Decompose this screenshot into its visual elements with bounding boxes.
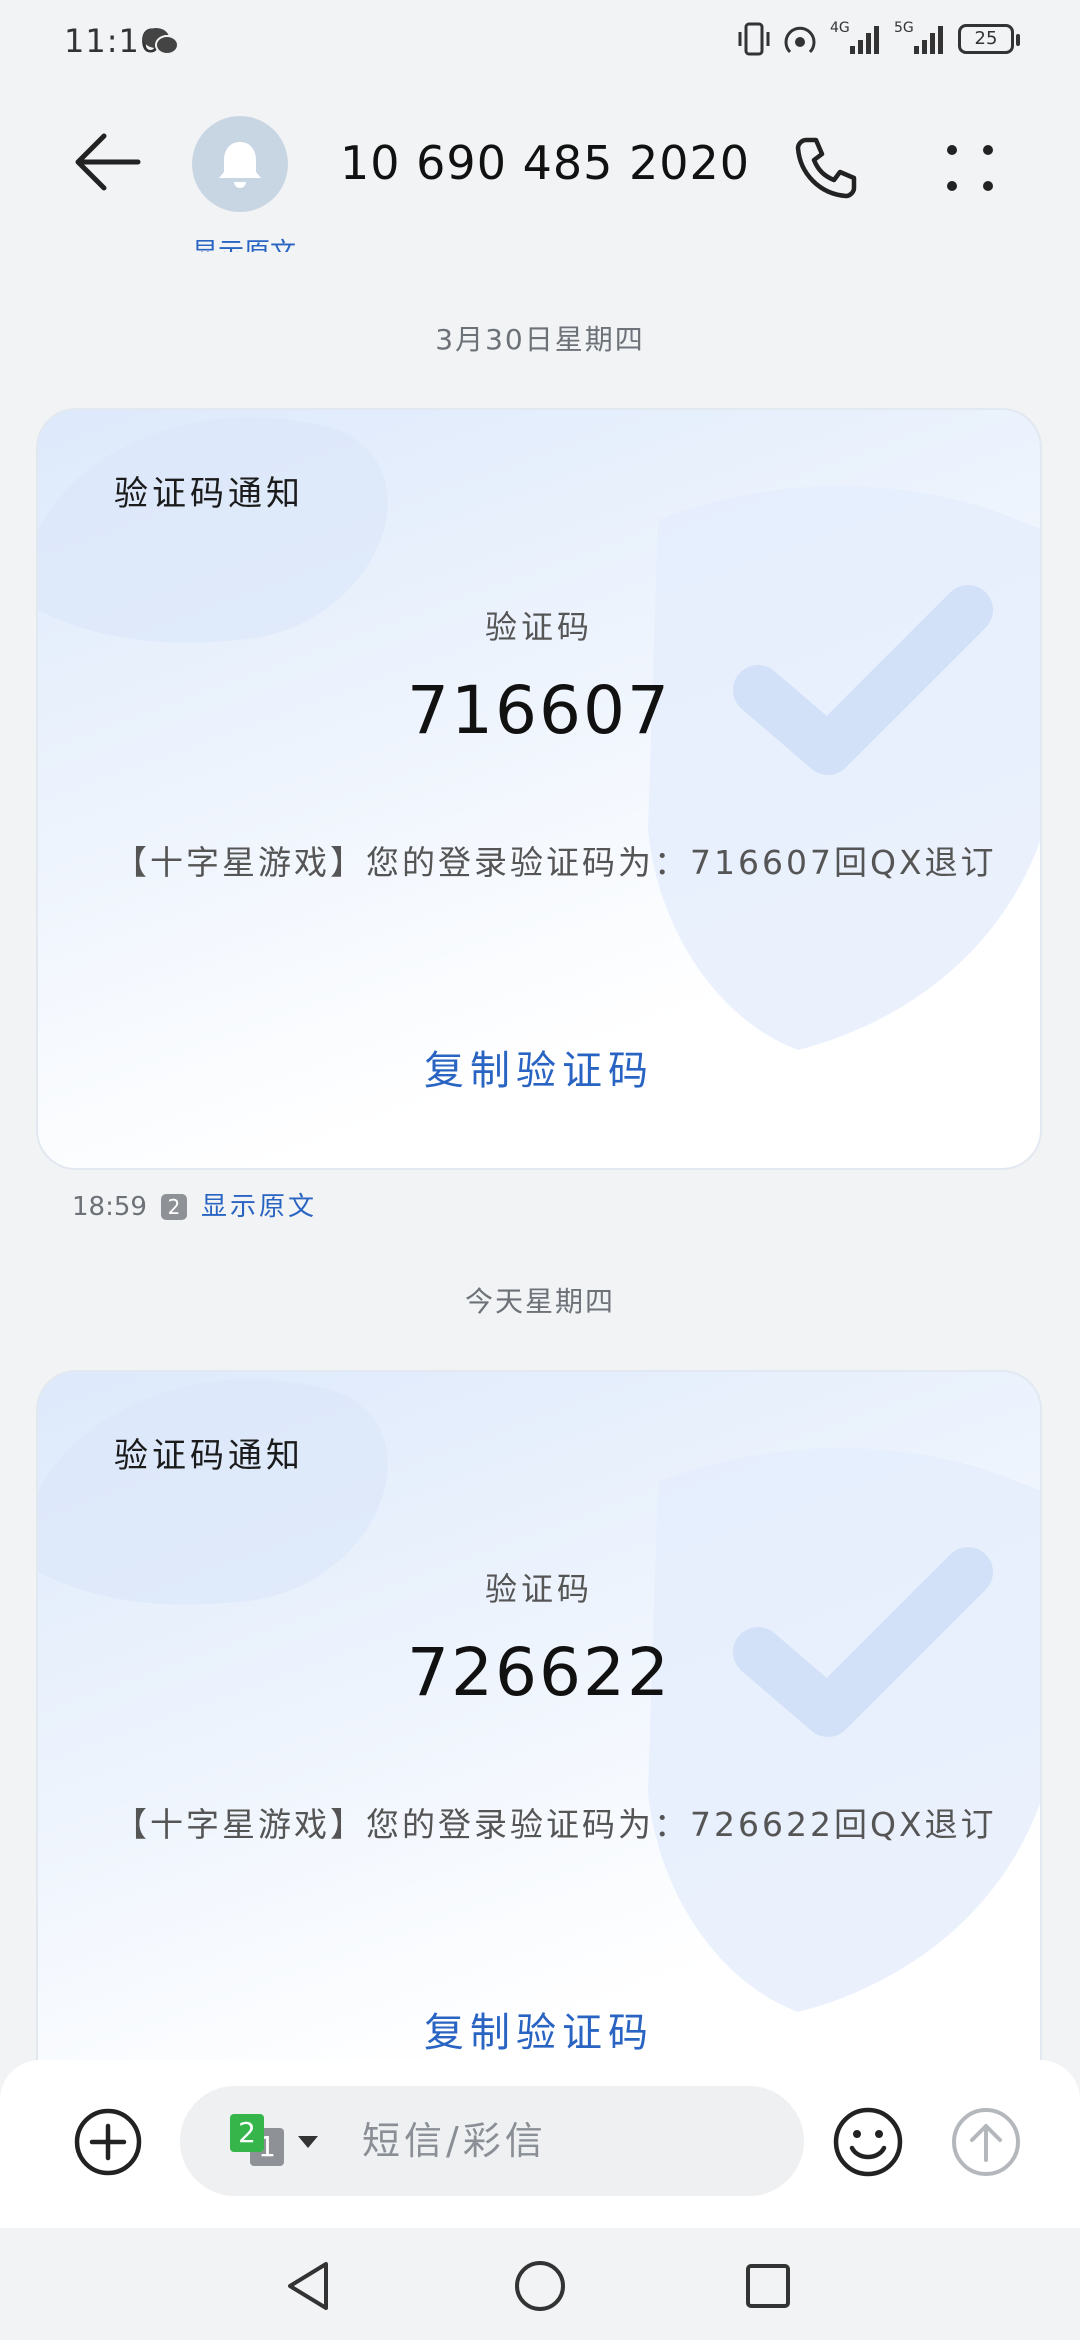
bell-icon bbox=[219, 142, 261, 188]
code-label: 验证码 bbox=[484, 1570, 593, 1608]
wechat-icon bbox=[142, 26, 180, 60]
signal-icon bbox=[912, 22, 948, 60]
hotspot-icon bbox=[780, 20, 820, 64]
send-button[interactable] bbox=[948, 2104, 1024, 2180]
sim-badge: 2 bbox=[160, 1194, 187, 1220]
emoji-button[interactable] bbox=[830, 2104, 906, 2180]
battery-icon: 25 bbox=[958, 24, 1020, 54]
page-title: 10 690 485 2020 bbox=[340, 136, 751, 190]
show-original-link[interactable]: 显示原文 bbox=[201, 1192, 317, 1222]
nav-back-button[interactable] bbox=[280, 2256, 340, 2316]
network-4g-label: 4G bbox=[830, 20, 850, 36]
card-title: 验证码通知 bbox=[114, 474, 304, 514]
verification-code-card: 验证码通知 验证码 716607 【十字星游戏】您的登录验证码为：716607回… bbox=[36, 408, 1042, 1170]
message-body: 【十字星游戏】您的登录验证码为：716607回QX退订 bbox=[114, 843, 997, 882]
message-input[interactable] bbox=[360, 2110, 764, 2172]
triangle-back-icon bbox=[288, 2262, 328, 2310]
vibrate-icon bbox=[736, 20, 772, 64]
back-button[interactable] bbox=[68, 122, 148, 202]
sim-primary-badge: 2 bbox=[230, 2114, 264, 2152]
square-recents-icon bbox=[746, 2264, 790, 2308]
smiley-icon bbox=[833, 2107, 903, 2177]
code-label: 验证码 bbox=[484, 608, 593, 646]
more-dots-icon bbox=[947, 145, 993, 191]
more-button[interactable] bbox=[938, 136, 1002, 200]
caret-down-icon bbox=[298, 2136, 318, 2148]
date-separator: 3月30日星期四 bbox=[435, 323, 645, 356]
circle-home-icon bbox=[515, 2261, 565, 2311]
network-5g-label: 5G bbox=[894, 20, 914, 36]
verification-code[interactable]: 726622 bbox=[38, 1634, 1040, 1711]
arrow-left-icon bbox=[75, 133, 141, 191]
signal-icon bbox=[848, 22, 884, 60]
call-button[interactable] bbox=[790, 132, 860, 202]
copy-code-button[interactable]: 复制验证码 bbox=[38, 2000, 1040, 2058]
nav-home-button[interactable] bbox=[510, 2256, 570, 2316]
card-title: 验证码通知 bbox=[114, 1436, 304, 1476]
phone-icon bbox=[795, 137, 857, 199]
show-original-link[interactable]: 显示原文 bbox=[192, 238, 296, 252]
message-input-container: 1 2 bbox=[180, 2086, 804, 2196]
previous-message-meta: 显示原文 bbox=[72, 232, 296, 252]
message-body: 【十字星游戏】您的登录验证码为：726622回QX退订 bbox=[114, 1805, 997, 1844]
plus-circle-icon bbox=[74, 2108, 142, 2176]
date-separator: 今天星期四 bbox=[464, 1285, 615, 1318]
verification-code-card: 验证码通知 验证码 726622 【十字星游戏】您的登录验证码为：726622回… bbox=[36, 1370, 1042, 2132]
message-meta: 18:59 2 显示原文 bbox=[72, 1186, 317, 1223]
sim-selector[interactable]: 1 2 bbox=[230, 2114, 330, 2174]
system-nav-bar bbox=[0, 2228, 1080, 2340]
conversation-header: 10 690 485 2020 bbox=[0, 84, 1080, 244]
compose-bar: 1 2 bbox=[0, 2060, 1080, 2228]
verification-code[interactable]: 716607 bbox=[38, 672, 1040, 749]
arrow-up-circle-icon bbox=[952, 2108, 1020, 2176]
copy-code-button[interactable]: 复制验证码 bbox=[38, 1038, 1040, 1096]
avatar[interactable] bbox=[192, 116, 288, 212]
message-time: 18:59 bbox=[72, 1192, 147, 1222]
add-attachment-button[interactable] bbox=[72, 2106, 144, 2178]
nav-recents-button[interactable] bbox=[738, 2256, 798, 2316]
status-bar: 11:16 4G 5G 25 bbox=[0, 0, 1080, 84]
